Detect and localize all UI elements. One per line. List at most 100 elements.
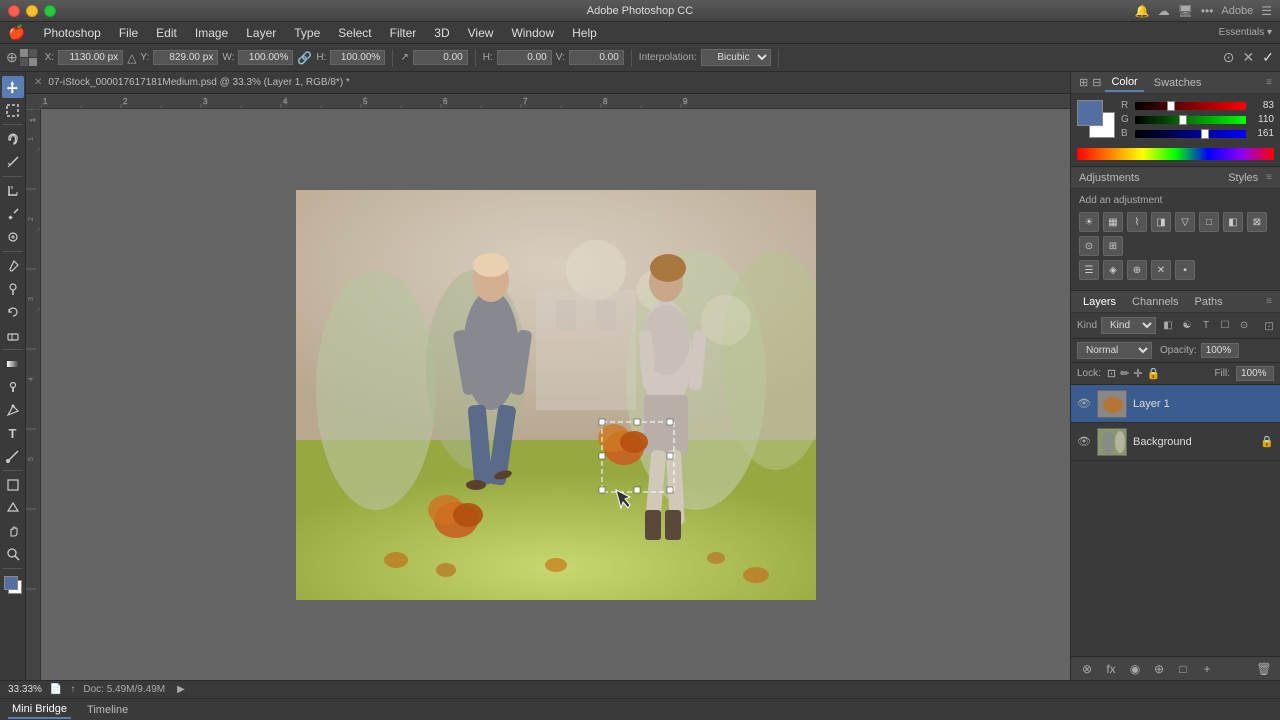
r-slider-thumb[interactable] bbox=[1167, 101, 1175, 111]
menu-type[interactable]: Type bbox=[286, 24, 328, 42]
h-input[interactable] bbox=[330, 50, 385, 65]
menu-file[interactable]: File bbox=[111, 24, 146, 42]
color-swatches[interactable] bbox=[2, 574, 24, 596]
menu-view[interactable]: View bbox=[460, 24, 502, 42]
layer-item-background[interactable]: 👁 Background 🔒 bbox=[1071, 423, 1280, 461]
status-arrow[interactable]: ▶ bbox=[177, 684, 185, 695]
tab-paths[interactable]: Paths bbox=[1191, 294, 1227, 310]
lock-position[interactable]: ✛ bbox=[1133, 367, 1142, 380]
tool-3d[interactable] bbox=[2, 497, 24, 519]
layer-group-btn[interactable]: □ bbox=[1173, 660, 1193, 678]
tool-history[interactable] bbox=[2, 301, 24, 323]
layer-item-1[interactable]: 👁 Layer 1 bbox=[1071, 385, 1280, 423]
lock-all[interactable]: 🔒 bbox=[1147, 367, 1161, 380]
menu-help[interactable]: Help bbox=[564, 24, 605, 42]
fg-color-square[interactable] bbox=[1077, 100, 1103, 126]
blend-mode-dropdown[interactable]: Normal Multiply Screen bbox=[1077, 342, 1152, 359]
g-slider-thumb[interactable] bbox=[1179, 115, 1187, 125]
layer-new-btn[interactable]: + bbox=[1197, 660, 1217, 678]
kind-dropdown[interactable]: Kind bbox=[1101, 317, 1156, 334]
layer-visibility-1[interactable]: 👁 bbox=[1077, 397, 1091, 411]
menu-photoshop[interactable]: Photoshop bbox=[35, 24, 108, 42]
canvas-workspace[interactable] bbox=[41, 109, 1070, 680]
layer-mask-btn[interactable]: ◉ bbox=[1125, 660, 1145, 678]
minimize-button[interactable] bbox=[26, 5, 38, 17]
filter-shape[interactable]: ☐ bbox=[1217, 318, 1233, 334]
tool-magic-wand[interactable] bbox=[2, 151, 24, 173]
tool-eyedropper[interactable] bbox=[2, 203, 24, 225]
tool-eraser[interactable] bbox=[2, 324, 24, 346]
rot-input[interactable] bbox=[413, 50, 468, 65]
tab-swatches[interactable]: Swatches bbox=[1148, 75, 1208, 91]
adj-brightness[interactable]: ☀ bbox=[1079, 212, 1099, 232]
menu-filter[interactable]: Filter bbox=[382, 24, 425, 42]
adj-colorbalance[interactable]: ◧ bbox=[1223, 212, 1243, 232]
adj-channelmixer[interactable]: ⊞ bbox=[1103, 236, 1123, 256]
adj-tab-adjustments[interactable]: Adjustments bbox=[1079, 172, 1228, 184]
tool-brush[interactable] bbox=[2, 255, 24, 277]
close-button[interactable] bbox=[8, 5, 20, 17]
tool-shape[interactable] bbox=[2, 474, 24, 496]
layer-link-btn[interactable]: ⊗ bbox=[1077, 660, 1097, 678]
tool-clone[interactable] bbox=[2, 278, 24, 300]
filter-type[interactable]: T bbox=[1198, 318, 1214, 334]
menu-edit[interactable]: Edit bbox=[148, 24, 185, 42]
tab-layers[interactable]: Layers bbox=[1079, 294, 1120, 310]
adj-threshold[interactable]: ⊕ bbox=[1127, 260, 1147, 280]
lock-transparent[interactable]: ⊡ bbox=[1107, 367, 1116, 380]
tab-color[interactable]: Color bbox=[1105, 74, 1143, 92]
w-input[interactable] bbox=[238, 50, 293, 65]
color-panel-menu[interactable]: ≡ bbox=[1266, 77, 1272, 88]
link-icon[interactable]: 🔗 bbox=[297, 51, 312, 65]
adj-vibrance[interactable]: ▽ bbox=[1175, 212, 1195, 232]
layer-filter-toggle[interactable]: ⊡ bbox=[1264, 319, 1274, 333]
apple-menu[interactable]: 🍎 bbox=[8, 24, 25, 41]
adj-gradientmap[interactable]: ✕ bbox=[1151, 260, 1171, 280]
adj-exposure[interactable]: ◨ bbox=[1151, 212, 1171, 232]
adj-selectivecolor[interactable]: ▪ bbox=[1175, 260, 1195, 280]
tab-close-btn[interactable]: ✕ bbox=[34, 77, 42, 88]
commit-transform-icon[interactable]: ✓ bbox=[1262, 49, 1274, 66]
filter-adj[interactable]: ☯ bbox=[1179, 318, 1195, 334]
menu-layer[interactable]: Layer bbox=[238, 24, 284, 42]
menu-image[interactable]: Image bbox=[187, 24, 236, 42]
maximize-button[interactable] bbox=[44, 5, 56, 17]
fg-bg-colors[interactable] bbox=[1077, 100, 1115, 138]
menu-select[interactable]: Select bbox=[330, 24, 379, 42]
adj-levels[interactable]: ▦ bbox=[1103, 212, 1123, 232]
tool-zoom[interactable] bbox=[2, 543, 24, 565]
essentials-label[interactable]: Essentials ▾ bbox=[1219, 27, 1272, 38]
menu-window[interactable]: Window bbox=[503, 24, 562, 42]
layer-visibility-bg[interactable]: 👁 bbox=[1077, 435, 1091, 449]
opacity-input[interactable] bbox=[1201, 343, 1239, 358]
adj-curves[interactable]: ⌇ bbox=[1127, 212, 1147, 232]
cancel-transform-icon[interactable]: ✕ bbox=[1243, 49, 1255, 66]
tool-heal[interactable] bbox=[2, 226, 24, 248]
fill-input[interactable] bbox=[1236, 366, 1274, 381]
tool-hand[interactable] bbox=[2, 520, 24, 542]
adj-invert[interactable]: ☰ bbox=[1079, 260, 1099, 280]
b-slider-track[interactable] bbox=[1135, 130, 1246, 138]
filter-smart[interactable]: ⊙ bbox=[1236, 318, 1252, 334]
tab-channels[interactable]: Channels bbox=[1128, 294, 1182, 310]
tool-lasso[interactable] bbox=[2, 128, 24, 150]
tool-path-select[interactable] bbox=[2, 445, 24, 467]
tab-timeline[interactable]: Timeline bbox=[83, 702, 132, 718]
filter-pixel[interactable]: ◧ bbox=[1160, 318, 1176, 334]
hskew-input[interactable] bbox=[497, 50, 552, 65]
r-slider-track[interactable] bbox=[1135, 102, 1246, 110]
adj-bw[interactable]: ⊠ bbox=[1247, 212, 1267, 232]
tool-gradient[interactable] bbox=[2, 353, 24, 375]
layers-panel-menu[interactable]: ≡ bbox=[1266, 296, 1272, 307]
tool-crop[interactable] bbox=[2, 180, 24, 202]
x-input[interactable] bbox=[58, 50, 123, 65]
adj-tab-styles[interactable]: Styles bbox=[1228, 172, 1258, 184]
tool-pen[interactable] bbox=[2, 399, 24, 421]
interpolation-select[interactable]: Bicubic Bilinear Nearest bbox=[701, 49, 771, 66]
layer-fx-btn[interactable]: fx bbox=[1101, 660, 1121, 678]
layer-adj-btn[interactable]: ⊕ bbox=[1149, 660, 1169, 678]
layer-delete-btn[interactable]: 🗑 bbox=[1254, 660, 1274, 678]
adj-photofilter[interactable]: ⊙ bbox=[1079, 236, 1099, 256]
tab-mini-bridge[interactable]: Mini Bridge bbox=[8, 701, 71, 719]
vskew-input[interactable] bbox=[569, 50, 624, 65]
